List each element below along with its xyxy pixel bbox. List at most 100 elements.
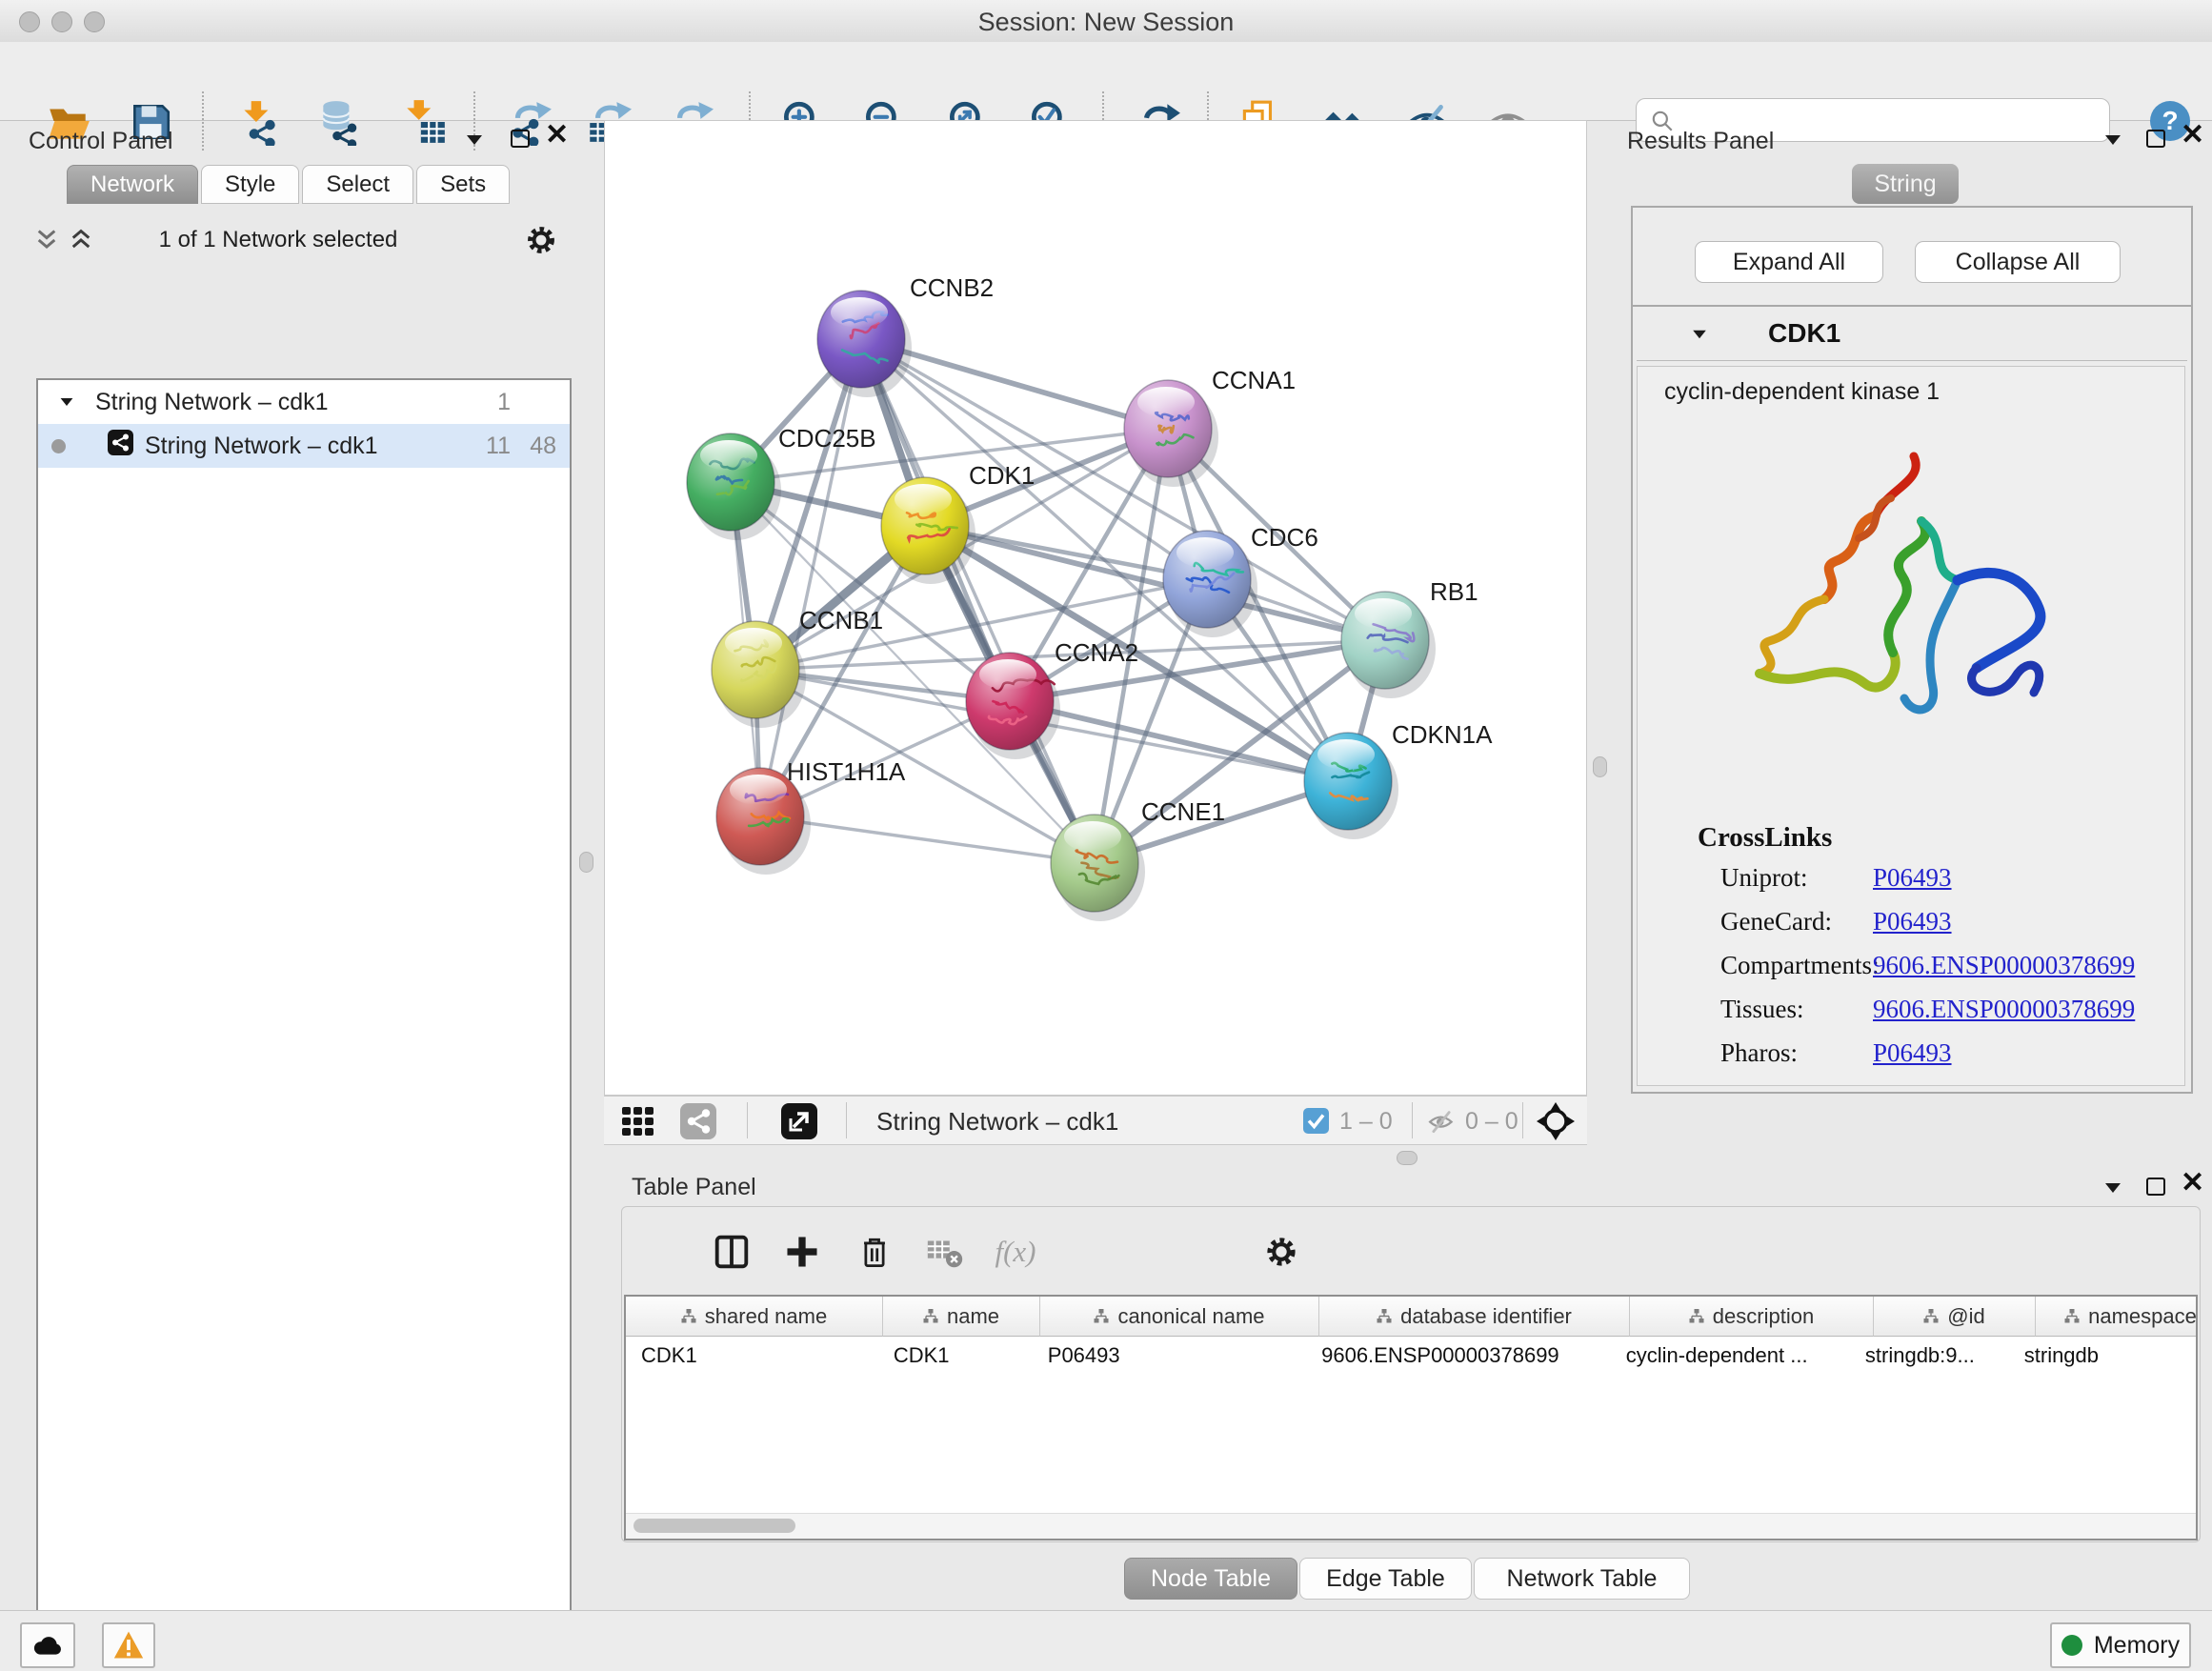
column-header-description[interactable]: description (1630, 1297, 1874, 1337)
table-gear-icon[interactable] (1256, 1226, 1307, 1278)
right-splitter-handle[interactable] (1593, 756, 1607, 777)
column-header-label: shared name (705, 1304, 827, 1329)
crosslink-value-link[interactable]: 9606.ENSP00000378699 (1873, 995, 2135, 1024)
warning-button[interactable] (102, 1622, 155, 1668)
node-label-CCNA1: CCNA1 (1212, 366, 1296, 394)
tree-collapse-caret-icon[interactable] (61, 398, 73, 406)
hidden-eye-icon[interactable] (1425, 1107, 1458, 1140)
network-row-selected[interactable]: String Network – cdk1 11 48 (38, 424, 570, 468)
table-cell: P06493 (1033, 1337, 1306, 1375)
crosslink-row: GeneCard: P06493 (1638, 907, 2186, 939)
crosslink-row: Uniprot:P06493 (1638, 863, 2186, 896)
table-cell: stringdb (2009, 1337, 2196, 1375)
panel-close-icon[interactable]: ✕ (545, 126, 569, 145)
table-cell: CDK1 (626, 1337, 878, 1375)
node-count: 11 (486, 433, 511, 460)
network-node-CDC25B[interactable] (687, 433, 781, 540)
crosslink-value-link[interactable]: P06493 (1873, 1038, 1952, 1068)
panel-menu-caret-icon[interactable] (467, 135, 482, 145)
column-hierarchy-icon (2064, 1304, 2080, 1329)
node-table: shared name name canonical namedatabase id… (624, 1295, 2198, 1540)
table-row[interactable]: CDK1CDK1P064939606.ENSP00000378699cyclin… (626, 1337, 2196, 1375)
crosslink-value-link[interactable]: P06493 (1873, 863, 1952, 893)
tab-edge-table[interactable]: Edge Table (1299, 1558, 1472, 1600)
column-hierarchy-icon (1094, 1304, 1109, 1329)
panel-close-icon[interactable]: ✕ (2181, 126, 2204, 145)
network-node-CDC6[interactable] (1163, 531, 1257, 637)
panel-float-icon[interactable] (2146, 130, 2165, 148)
delete-table-icon[interactable] (919, 1226, 971, 1278)
network-canvas[interactable]: CCNB2CCNA1CDC25BCDK1CDC6RB1CCNB1CCNA2CDK… (604, 120, 1587, 1096)
column-header-namespace[interactable]: namespace (2036, 1297, 2198, 1337)
column-header-name[interactable]: name (883, 1297, 1040, 1337)
left-splitter-handle[interactable] (579, 852, 593, 873)
crosslink-value-link[interactable]: P06493 (1873, 907, 1952, 936)
column-header-label: namespace (2088, 1304, 2197, 1329)
column-header-label: name (947, 1304, 999, 1329)
expand-all-button[interactable]: Expand All (1695, 241, 1883, 283)
network-list-gear-icon[interactable] (522, 221, 560, 264)
panel-float-icon[interactable] (2146, 1178, 2165, 1196)
network-node-CCNE1[interactable] (1051, 815, 1145, 921)
results-buttons-box: Expand All Collapse All (1631, 206, 2193, 312)
network-collection-row[interactable]: String Network – cdk1 1 (38, 380, 570, 424)
network-edge[interactable] (1010, 701, 1348, 781)
tab-network[interactable]: Network (67, 165, 198, 204)
status-bar: Memory (0, 1610, 2212, 1671)
panel-close-icon[interactable]: ✕ (2181, 1174, 2204, 1193)
network-node-CDKN1A[interactable] (1304, 733, 1398, 839)
node-label-CCNB2: CCNB2 (910, 273, 994, 302)
panel-menu-caret-icon[interactable] (2105, 1183, 2121, 1193)
open-in-new-window-icon[interactable] (781, 1103, 817, 1144)
cloud-button[interactable] (20, 1622, 75, 1668)
collapse-all-chevron-icon[interactable] (34, 228, 59, 257)
control-panel: Control Panel ✕ NetworkStyleSelectSets 1… (11, 120, 564, 1581)
split-columns-icon[interactable] (706, 1226, 757, 1278)
network-node-RB1[interactable] (1341, 592, 1436, 698)
tab-select[interactable]: Select (302, 165, 413, 204)
table-panel-title: Table Panel (632, 1174, 756, 1201)
column-header-shared-name[interactable]: shared name (626, 1297, 883, 1337)
bottom-splitter-handle[interactable] (1397, 1151, 1418, 1165)
node-label-RB1: RB1 (1430, 577, 1478, 606)
tab-network-table[interactable]: Network Table (1474, 1558, 1690, 1600)
crosslink-label: GeneCard: (1720, 907, 1832, 936)
node-label-CDKN1A: CDKN1A (1392, 720, 1493, 749)
crosslink-label: Compartments: (1720, 951, 1879, 980)
crosslinks-title: CrossLinks (1698, 822, 1832, 854)
delete-column-trash-icon[interactable] (849, 1226, 900, 1278)
network-node-CCNB2[interactable] (817, 291, 912, 397)
column-header--id[interactable]: @id (1874, 1297, 2036, 1337)
network-edge[interactable] (760, 339, 861, 816)
expand-all-chevron-icon[interactable] (69, 228, 93, 257)
scrollbar-thumb[interactable] (633, 1519, 795, 1533)
collapse-all-button[interactable]: Collapse All (1915, 241, 2121, 283)
crosshair-icon[interactable] (1536, 1101, 1576, 1146)
tab-style[interactable]: Style (201, 165, 299, 204)
window-title: Session: New Session (0, 8, 2212, 37)
column-header-database-identifier[interactable]: database identifier (1319, 1297, 1630, 1337)
table-panel: f(x) shared name name canonical namedataba… (621, 1206, 2201, 1542)
tab-node-table[interactable]: Node Table (1124, 1558, 1297, 1600)
panel-float-icon[interactable] (511, 130, 530, 148)
column-header-label: @id (1947, 1304, 1984, 1329)
memory-button[interactable]: Memory (2050, 1622, 2191, 1668)
network-node-CCNA1[interactable] (1124, 380, 1218, 487)
horizontal-scrollbar[interactable] (626, 1513, 2196, 1539)
entry-collapse-caret-icon[interactable] (1693, 331, 1706, 339)
function-builder-icon[interactable]: f(x) (990, 1226, 1041, 1278)
network-graph[interactable]: CCNB2CCNA1CDC25BCDK1CDC6RB1CCNB1CCNA2CDK… (605, 121, 1586, 1095)
column-header-canonical-name[interactable]: canonical name (1040, 1297, 1319, 1337)
grid-overview-icon[interactable] (621, 1104, 655, 1143)
crosslink-value-link[interactable]: 9606.ENSP00000378699 (1873, 951, 2135, 980)
crosslink-label: Pharos: (1720, 1038, 1798, 1068)
tab-sets[interactable]: Sets (416, 165, 510, 204)
selected-checkbox-icon[interactable] (1303, 1108, 1329, 1138)
add-column-icon[interactable] (776, 1226, 828, 1278)
tab-string[interactable]: String (1852, 164, 1959, 204)
network-label: String Network – cdk1 (145, 433, 378, 460)
panel-menu-caret-icon[interactable] (2105, 135, 2121, 145)
network-node-CDK1[interactable] (881, 477, 975, 584)
warning-icon (112, 1630, 145, 1661)
share-view-icon[interactable] (680, 1103, 716, 1144)
